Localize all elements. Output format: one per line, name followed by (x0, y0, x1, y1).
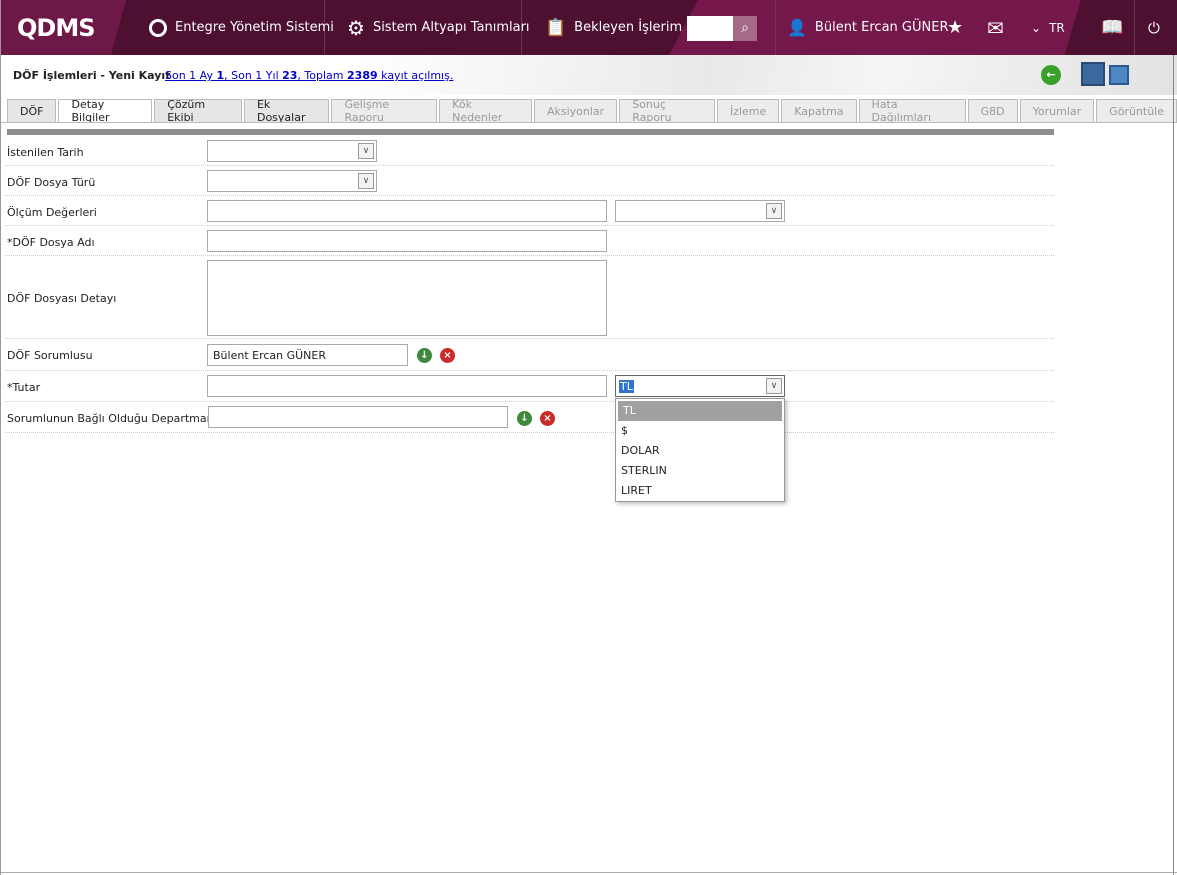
tab-bar: DÖF Detay Bilgiler Çözüm Ekibi Ek Dosyalar G… (7, 98, 1177, 124)
tutar-input[interactable] (207, 375, 607, 397)
clear-departman-button[interactable]: × (540, 411, 555, 426)
tab-sonuç-raporu[interactable]: Sonuç Raporu (619, 98, 715, 124)
favorites-button[interactable]: ★ (947, 0, 963, 55)
tab-kapatma[interactable]: Kapatma (781, 99, 857, 123)
tab-kök-nedenler[interactable]: Kök Nedenler (439, 98, 532, 124)
olcum-unit-select[interactable]: ∨ (615, 200, 785, 222)
search-button[interactable]: ⌕ (733, 16, 757, 41)
star-icon: ★ (947, 17, 964, 38)
tab-görüntüle[interactable]: Görüntüle (1096, 99, 1177, 123)
nav-entegre[interactable]: Entegre Yönetim Sistemi (149, 0, 334, 55)
user-name: Bülent Ercan GÜNER (814, 20, 949, 35)
currency-dropdown-list: TL $ DOLAR STERLIN LIRET (615, 398, 785, 502)
messages-button[interactable]: ✉ (987, 0, 1004, 55)
label-dosya-adi: *DÖF Dosya Adı (7, 236, 95, 249)
arrow-down-icon: ↓ (420, 350, 429, 361)
search-icon: ⌕ (741, 20, 749, 36)
record-stats-link[interactable]: Son 1 Ay 1, Son 1 Yıl 23, Toplam 2389 ka… (165, 69, 453, 82)
language-select[interactable]: ⌄ TR (1031, 0, 1065, 55)
currency-option[interactable]: TL (618, 401, 782, 421)
istenilen-tarih-select[interactable]: ∨ (207, 140, 377, 162)
chevron-down-icon: ∨ (766, 203, 782, 219)
close-icon: × (543, 413, 552, 424)
currency-select[interactable]: TL ∨ (615, 375, 785, 397)
power-icon: ⏻ (1148, 18, 1160, 37)
arrow-down-icon: ↓ (520, 413, 529, 424)
label-dosya-detayi: DÖF Dosyası Detayı (7, 292, 117, 305)
label-istenilen-tarih: İstenilen Tarih (7, 146, 84, 159)
chevron-down-icon: ⌄ (1031, 20, 1042, 35)
nav-sistem[interactable]: ⚙ Sistem Altyapı Tanımları (347, 0, 530, 55)
chevron-down-icon: ∨ (358, 143, 374, 159)
user-icon: 👤 (787, 18, 807, 37)
clear-sorumlu-button[interactable]: × (440, 348, 455, 363)
currency-option[interactable]: LIRET (616, 481, 784, 501)
tab-i̇zleme[interactable]: İzleme (716, 99, 780, 123)
sorumlu-input[interactable]: Bülent Ercan GÜNER (207, 344, 408, 366)
label-tutar: *Tutar (7, 381, 41, 394)
save-button[interactable] (1109, 65, 1129, 85)
gear-icon: ⚙ (347, 15, 365, 40)
language-label: TR (1049, 20, 1065, 35)
chevron-down-icon: ∨ (358, 173, 374, 189)
save-and-close-button[interactable] (1081, 62, 1105, 86)
logo-text: QDMS (17, 13, 95, 42)
tab-hata-dağılımları[interactable]: Hata Dağılımları (858, 98, 966, 124)
label-departman: Sorumlunun Bağlı Olduğu Departman (7, 412, 214, 425)
tab-aksiyonlar[interactable]: Aksiyonlar (533, 99, 618, 123)
nav-bekleyen[interactable]: 📋 Bekleyen İşlerim (545, 0, 682, 55)
tab-g8d[interactable]: G8D (967, 99, 1018, 123)
qdms-logo[interactable]: QDMS (17, 0, 95, 55)
section-bar (7, 129, 1054, 135)
currency-option[interactable]: DOLAR (616, 441, 784, 461)
dosya-adi-input[interactable] (207, 230, 607, 252)
select-departman-button[interactable]: ↓ (517, 411, 532, 426)
logout-button[interactable]: ⏻ (1148, 0, 1160, 55)
nav-label: Entegre Yönetim Sistemi (175, 20, 334, 35)
q-icon (149, 18, 167, 37)
back-button[interactable]: ← (1041, 65, 1061, 85)
departman-input[interactable] (208, 406, 508, 428)
label-olcum: Ölçüm Değerleri (7, 206, 97, 219)
tab-çözüm-ekibi[interactable]: Çözüm Ekibi (154, 98, 242, 124)
user-menu[interactable]: 👤 Bülent Ercan GÜNER (787, 0, 948, 55)
nav-label: Bekleyen İşlerim (574, 20, 683, 35)
dosya-detayi-textarea[interactable] (207, 260, 607, 336)
tab-döf[interactable]: DÖF (7, 99, 57, 123)
currency-option[interactable]: $ (616, 421, 784, 441)
select-sorumlu-button[interactable]: ↓ (417, 348, 432, 363)
mail-icon: ✉ (987, 15, 1004, 40)
dosya-turu-select[interactable]: ∨ (207, 170, 377, 192)
close-icon: × (443, 350, 452, 361)
label-sorumlu: DÖF Sorumlusu (7, 349, 93, 362)
label-dosya-turu: DÖF Dosya Türü (7, 176, 96, 189)
search-input[interactable] (687, 16, 733, 41)
chevron-down-icon: ∨ (766, 378, 782, 394)
clipboard-icon: 📋 (545, 17, 567, 38)
page-title: DÖF İşlemleri - Yeni Kayıt (13, 69, 171, 82)
tab-yorumlar[interactable]: Yorumlar (1019, 99, 1095, 123)
tab-detay-bilgiler[interactable]: Detay Bilgiler (58, 98, 153, 124)
currency-value: TL (619, 380, 634, 393)
olcum-input[interactable] (207, 200, 607, 222)
top-header: QDMS Entegre Yönetim Sistemi ⚙ Sistem Alt… (1, 0, 1177, 55)
tab-gelişme-raporu[interactable]: Gelişme Raporu (331, 98, 438, 124)
manual-button[interactable]: 📖 (1101, 0, 1123, 55)
currency-option[interactable]: STERLIN (616, 461, 784, 481)
book-icon: 📖 (1101, 17, 1124, 38)
tab-ek-dosyalar[interactable]: Ek Dosyalar (243, 98, 330, 124)
nav-label: Sistem Altyapı Tanımları (372, 20, 530, 35)
sub-header: DÖF İşlemleri - Yeni Kayıt Son 1 Ay 1, S… (1, 55, 1177, 95)
arrow-left-icon: ← (1046, 68, 1056, 81)
